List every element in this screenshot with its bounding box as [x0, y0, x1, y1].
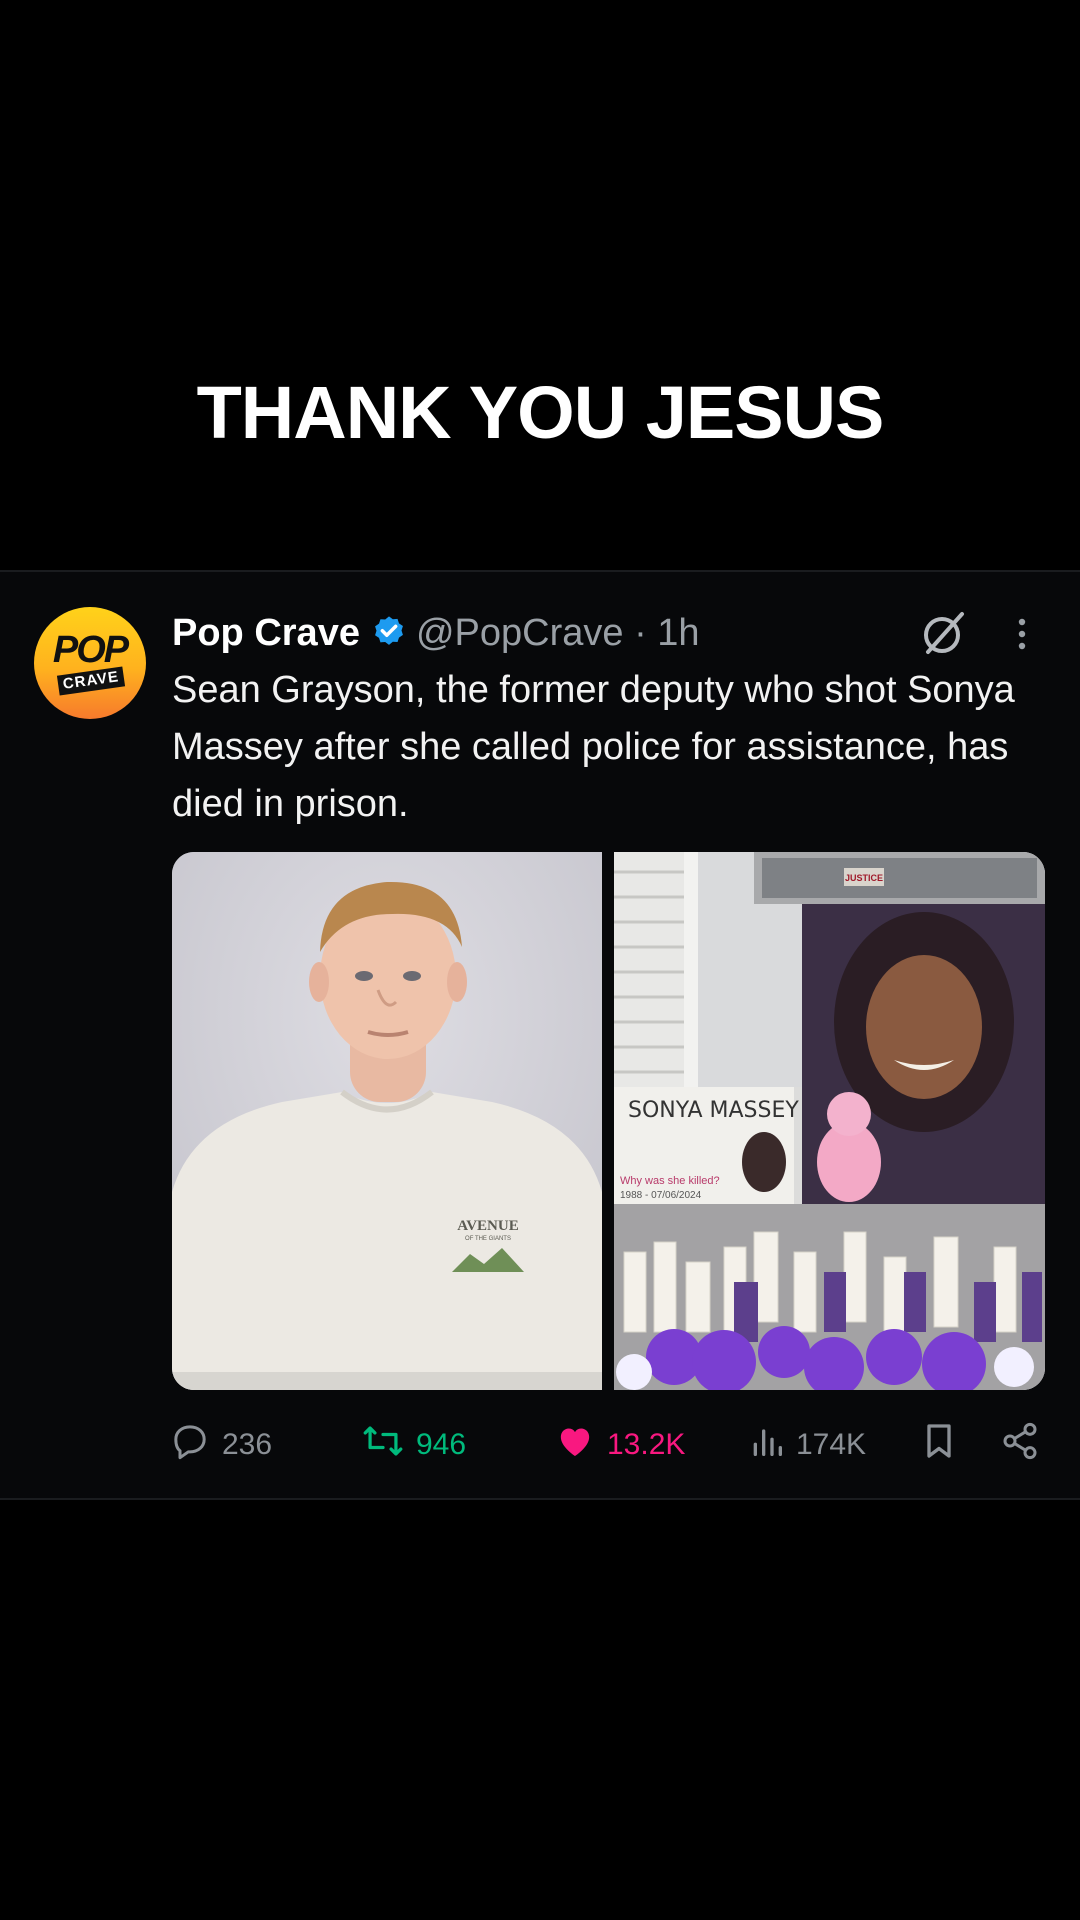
tweet-header: Pop Crave @PopCrave · 1h	[172, 608, 700, 658]
like-count: 13.2K	[607, 1428, 686, 1461]
retweet-count: 946	[416, 1428, 467, 1461]
reply-count: 236	[222, 1428, 273, 1461]
avatar[interactable]: POP CRAVE	[34, 607, 146, 719]
overlay-caption: THANK YOU JESUS	[196, 371, 885, 454]
memorial-image[interactable]: JUSTICE SONYA MASSEY Why was she killed?…	[614, 852, 1045, 1390]
verified-badge-icon	[370, 614, 408, 652]
grok-icon[interactable]	[920, 608, 968, 658]
retweet-button[interactable]: 946	[362, 1420, 466, 1470]
tweet-card[interactable]: POP CRAVE Pop Crave @PopCrave · 1h Sean …	[0, 570, 1080, 1500]
sign-question-text: Why was she killed?	[620, 1175, 720, 1187]
mugshot-image[interactable]: AVENUE OF THE GIANTS	[172, 852, 602, 1390]
tweet-media[interactable]: AVENUE OF THE GIANTS JUSTICE SONYA MASSE…	[172, 852, 1045, 1390]
share-button[interactable]	[1000, 1420, 1040, 1470]
reply-button[interactable]: 236	[170, 1420, 272, 1470]
tweet-actions: 236 946 13.2K 174K	[170, 1420, 1050, 1470]
shirt-logo-text: AVENUE	[457, 1218, 518, 1234]
heart-icon	[555, 1421, 595, 1469]
reply-icon	[170, 1421, 210, 1469]
bookmark-button[interactable]	[922, 1420, 956, 1470]
views-chart-icon	[750, 1421, 784, 1469]
avatar-logo-top: POP	[52, 629, 129, 671]
more-options-icon[interactable]	[1010, 614, 1034, 654]
views-button[interactable]: 174K	[750, 1420, 866, 1470]
views-count: 174K	[796, 1428, 867, 1461]
handle-and-time[interactable]: @PopCrave · 1h	[416, 612, 700, 655]
sign-dates-text: 1988 - 07/06/2024	[620, 1190, 702, 1201]
retweet-icon	[362, 1421, 404, 1469]
shirt-logo-subtext: OF THE GIANTS	[465, 1236, 511, 1242]
sign-name-text: SONYA MASSEY	[628, 1098, 799, 1123]
window-flyer-text: JUSTICE	[845, 873, 883, 883]
tweet-text: Sean Grayson, the former deputy who shot…	[172, 669, 1015, 825]
bookmark-icon	[922, 1421, 956, 1469]
author-name[interactable]: Pop Crave	[172, 612, 360, 655]
share-icon	[1000, 1421, 1040, 1469]
like-button[interactable]: 13.2K	[555, 1420, 685, 1470]
